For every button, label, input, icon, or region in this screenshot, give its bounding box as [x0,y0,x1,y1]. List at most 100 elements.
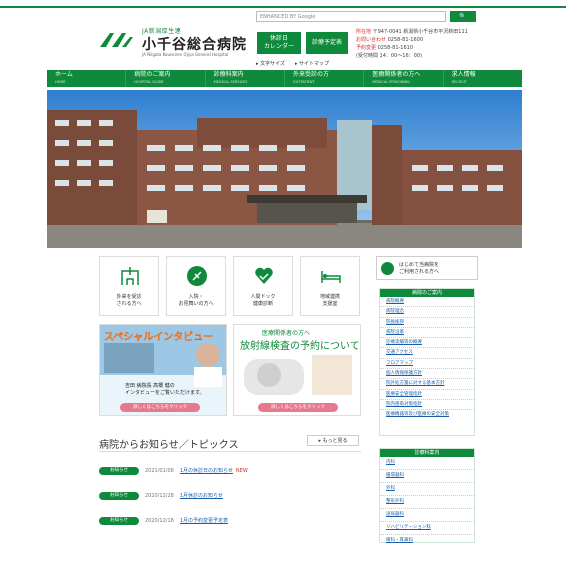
nav-sub: OUTPATIENT [292,80,315,84]
news-date: 2021/01/06 [145,468,174,474]
nav-label: 診療科案内 [213,71,244,78]
contact-info: 所在地 〒947-0041 新潟県小千谷市平沢新田111 お問い合わせ 0258… [356,28,468,60]
card-label: 外来を受診 される方へ [116,294,142,307]
holiday-calendar-button[interactable]: 休診日 カレンダー [257,32,301,54]
interview-more-button[interactable]: 詳しくはこちらをクリック [120,403,200,412]
new-badge: NEW [235,468,248,474]
hospital-icon [121,267,139,285]
guide-menu-item[interactable]: 交通アクセス [380,348,474,359]
hospital-hero-image [47,90,522,248]
flower-icon [187,266,207,286]
reception-hours: (受付時間 14：00～16：00) [356,53,422,59]
news-item: お知らせ 2021/01/06 1月の休診日のお知らせ NEW [99,466,248,476]
user-icon [381,262,394,275]
hospital-english-name: JA Niigata Kouseiren Ojiya General Hospi… [142,52,229,57]
guide-menu-item[interactable]: 院内感染対策指針 [380,400,474,411]
department-menu-item[interactable]: 循環器科 [380,470,474,483]
department-menu-item[interactable]: 整形外科 [380,496,474,509]
news-link[interactable]: 1月休診のお知らせ [180,493,223,499]
top-accent-line [0,6,566,8]
search-input[interactable]: ENHANCED BY Google [256,11,446,22]
inpatient-card[interactable]: 入院・ お見舞いの方へ [166,256,226,316]
guide-menu-item[interactable]: 医療安全管理指針 [380,390,474,400]
news-item: お知らせ 2020/12/18 1月の予約変更予定表 [99,516,228,526]
font-size-link[interactable]: ▸ 文字サイズ [256,61,285,67]
nav-label: 病院のご案内 [134,71,171,78]
inquiry-phone: 0258-81-1600 [387,37,424,43]
radiology-banner[interactable]: 医療関係者の方へ 放射線検査の予約について 詳しくはこちらをクリック [233,324,361,416]
nav-label: 医療関係者の方へ [372,71,421,78]
card-label: 入院・ お見舞いの方へ [178,294,214,307]
department-menu: 診療科案内 内科 循環器科 外科 整形外科 泌尿器科 リハビリテーション科 眼科… [379,448,475,543]
reserve-phone: 0258-81-1610 [377,45,414,51]
appointment-schedule-button[interactable]: 診療予定表 [306,32,348,54]
guide-menu-item[interactable]: フロアマップ [380,359,474,370]
nav-label: ホーム [55,71,73,78]
header-sublinks: ▸ 文字サイズ ▸ サイトマップ [256,60,339,67]
health-check-card[interactable]: 人間ドック 健康診断 [233,256,293,316]
search-button[interactable]: 🔍 [450,11,476,22]
outpatient-card[interactable]: 外来を受診 される方へ [99,256,159,316]
nav-label: 外来受診の方 [292,71,329,78]
card-label: 地域連携 支援室 [319,294,340,307]
guide-menu-item[interactable]: 院長挨拶 [380,318,474,328]
news-link[interactable]: 1月の休診日のお知らせ [180,468,233,474]
news-badge: お知らせ [99,516,139,525]
guide-menu-header: 病院のご案内 [380,289,474,297]
guide-menu-item[interactable]: 個人情報保護方針 [380,369,474,380]
interview-title: スペシャルインタビュー [104,332,214,343]
first-visit-link[interactable]: はじめて当病院を ご利用される方へ [376,256,478,280]
news-link[interactable]: 1月の予約変更予定表 [180,518,228,524]
nav-sub: HOSPITAL GUIDE [134,80,164,84]
guide-menu-item[interactable]: 医療機器等及び医療の安全対策 [380,410,474,419]
card-label: 人間ドック 健康診断 [250,294,276,307]
news-date: 2020/12/18 [145,518,174,524]
bed-icon [321,271,341,283]
ja-logo-icon [100,33,133,47]
guide-menu-item[interactable]: 病院概要 [380,297,474,308]
nav-sub: MEDICAL PERSONNEL [372,80,411,84]
department-menu-item[interactable]: 泌尿器科 [380,509,474,522]
interview-caption: 吉田 病院長 高橋 健の インタビューをご覧いただけます。 [125,383,205,396]
news-badge: お知らせ [99,491,139,500]
community-support-card[interactable]: 地域連携 支援室 [300,256,360,316]
hospital-name[interactable]: 小千谷総合病院 [142,34,247,54]
sitemap-link[interactable]: ▸ サイトマップ [295,61,329,67]
radiology-more-button[interactable]: 詳しくはこちらをクリック [258,403,338,412]
news-badge: お知らせ [99,466,139,475]
news-date: 2020/12/28 [145,493,174,499]
nav-sub: MEDICAL SERVICES [213,80,248,84]
department-menu-item[interactable]: 外科 [380,483,474,496]
nav-hospital-guide[interactable]: 病院のご案内 HOSPITAL GUIDE [126,70,206,87]
department-menu-item[interactable]: リハビリテーション科 [380,522,474,535]
news-divider [99,451,361,452]
news-section-title: 病院からお知らせ／トピックス [99,440,239,451]
page: JA新潟厚生連 小千谷総合病院 JA Niigata Kouseiren Oji… [0,0,566,561]
guide-menu-item[interactable]: 病院沿革 [380,328,474,339]
hospital-guide-menu: 病院のご案内 病院概要 病院理念 院長挨拶 病院沿革 診療実績等の概要 交通アク… [379,288,475,436]
radiology-big-title: 放射線検査の予約について [240,341,360,352]
inquiry-label: お問い合わせ [356,37,387,43]
appointment-schedule-label: 診療予定表 [311,39,342,46]
department-menu-item[interactable]: 内科 [380,457,474,470]
nav-outpatient[interactable]: 外来受診の方 OUTPATIENT [285,70,365,87]
guide-menu-item[interactable]: 病院理念 [380,307,474,318]
guide-menu-item[interactable]: 診療実績等の概要 [380,338,474,349]
guide-menu-item[interactable]: 院外処方箋に対する基本方針 [380,379,474,390]
radiology-small-title: 医療関係者の方へ [262,330,311,337]
nav-sub: RECRUIT [451,80,467,84]
holiday-calendar-label: 休診日 カレンダー [263,35,294,50]
reserve-label: 予約変更 [356,45,377,51]
address-label: 所在地 [356,29,372,35]
nav-sub: HOME [55,80,66,84]
nav-medical-services[interactable]: 診療科案内 MEDICAL SERVICES [206,70,285,87]
nav-label: 求人情報 [451,71,476,78]
nav-medical-personnel[interactable]: 医療関係者の方へ MEDICAL PERSONNEL [364,70,444,87]
heart-check-icon [255,267,273,284]
first-visit-label: はじめて当病院を ご利用される方へ [399,262,440,275]
nav-home[interactable]: ホーム HOME [47,70,127,87]
special-interview-banner[interactable]: スペシャルインタビュー 吉田 病院長 高橋 健の インタビューをご覧いただけます… [99,324,227,416]
nav-recruit[interactable]: 求人情報 RECRUIT [444,70,522,87]
department-menu-item[interactable]: 眼科・耳鼻科 [380,535,474,547]
news-more-button[interactable]: ▸ もっと見る [307,435,359,446]
